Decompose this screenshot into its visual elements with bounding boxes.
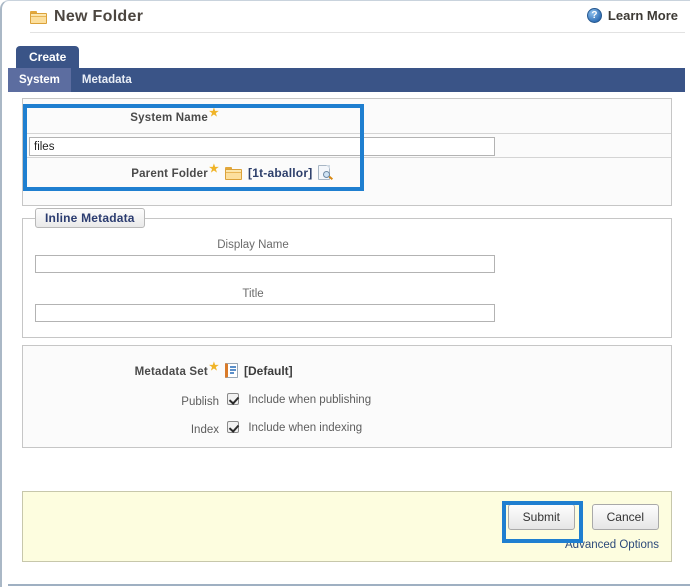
page-title: New Folder xyxy=(30,8,143,26)
submit-button[interactable]: Submit xyxy=(507,504,575,530)
index-row-label: Index xyxy=(190,424,219,436)
metadata-set-label: Metadata Set★ xyxy=(134,361,219,378)
page-search-icon[interactable] xyxy=(318,165,334,181)
title-label: Title xyxy=(242,288,264,300)
system-name-label: System Name★ xyxy=(130,107,219,124)
required-star-icon: ★ xyxy=(208,107,219,120)
cancel-button[interactable]: Cancel xyxy=(591,504,659,530)
publish-checkbox-row: Include when publishing xyxy=(227,392,371,406)
display-name-label: Display Name xyxy=(217,239,289,251)
header-divider xyxy=(30,32,685,33)
question-mark-icon: ? xyxy=(586,8,602,23)
system-panel: System Name★ Parent Folder★ [1t-aballor] xyxy=(22,98,672,206)
required-star-icon: ★ xyxy=(208,361,219,374)
page-title-text: New Folder xyxy=(54,8,144,25)
display-name-input[interactable] xyxy=(35,255,495,273)
advanced-options-link[interactable]: Advanced Options xyxy=(565,539,659,551)
page-frame: New Folder ? Learn More Create System Me… xyxy=(0,0,690,587)
publish-checkbox[interactable] xyxy=(227,393,239,405)
secondary-tab-bar: System Metadata xyxy=(8,68,685,92)
tab-system[interactable]: System xyxy=(8,68,71,92)
metadata-set-value: [Default] xyxy=(244,363,293,378)
index-checkbox-label: Include when indexing xyxy=(248,422,363,434)
parent-folder-value-group: [1t-aballor] xyxy=(225,165,334,181)
publish-checkbox-label: Include when publishing xyxy=(248,394,372,406)
inline-metadata-panel: Inline Metadata Display Name Title xyxy=(22,208,672,338)
system-name-input-row xyxy=(23,133,671,158)
index-checkbox[interactable] xyxy=(227,421,239,433)
metadata-set-panel: Metadata Set★ [Default] Publish Include … xyxy=(22,345,672,448)
form-content: System Name★ Parent Folder★ [1t-aballor]… xyxy=(8,92,685,584)
system-name-input[interactable] xyxy=(29,137,495,156)
metadata-set-value-group[interactable]: [Default] xyxy=(225,363,293,378)
index-checkbox-row: Include when indexing xyxy=(227,420,362,434)
folder-icon xyxy=(30,10,47,24)
document-icon xyxy=(225,363,238,378)
learn-more-link[interactable]: ? Learn More xyxy=(586,8,678,23)
publish-row-label: Publish xyxy=(181,396,219,408)
tab-create[interactable]: Create xyxy=(16,46,80,68)
submit-panel: Submit Cancel Advanced Options xyxy=(22,491,672,562)
title-input[interactable] xyxy=(35,304,495,322)
parent-folder-label: Parent Folder★ xyxy=(131,163,219,180)
required-star-icon: ★ xyxy=(208,163,219,176)
learn-more-label: Learn More xyxy=(607,8,678,23)
tab-metadata[interactable]: Metadata xyxy=(71,68,143,92)
inline-metadata-legend: Inline Metadata xyxy=(35,208,145,228)
folder-icon xyxy=(225,166,242,180)
parent-folder-value: [1t-aballor] xyxy=(248,166,313,180)
page-header: New Folder ? Learn More xyxy=(2,1,690,35)
